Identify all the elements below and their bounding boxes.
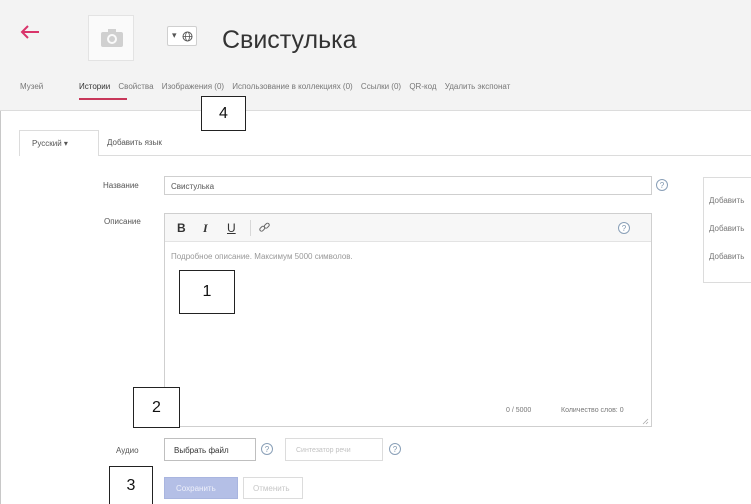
word-count: Количество слов: 0 (561, 407, 624, 414)
side-panel-item-3[interactable]: Добавить (709, 252, 751, 261)
char-counter: 0 / 5000 (506, 407, 532, 414)
caret-down-icon: ▾ (172, 30, 177, 40)
speech-synthesizer-button[interactable]: Синтезатор речи (285, 438, 383, 461)
side-panel: Добавить Добавить Добавить (703, 177, 751, 283)
back-arrow-icon[interactable] (19, 20, 45, 44)
language-tab-label: Русский (32, 139, 62, 148)
language-tabs-divider (99, 155, 751, 156)
add-language-link[interactable]: Добавить язык (107, 138, 162, 147)
name-field[interactable]: Свистулька (164, 176, 652, 195)
editor-toolbar: B I U ? (165, 214, 651, 242)
annotation-box-1: 1 (179, 270, 235, 314)
photo-placeholder[interactable] (88, 15, 134, 61)
language-tab-current[interactable]: Русский ▾ (19, 130, 99, 156)
page-title: Свистулька (222, 26, 357, 54)
tab-stories[interactable]: Истории (79, 82, 110, 91)
language-select[interactable]: ▾ (167, 26, 197, 46)
side-panel-item-1[interactable]: Добавить (709, 196, 751, 205)
header: ▾ Свистулька Музей Истории Свойства Изоб… (0, 0, 751, 111)
tab-links[interactable]: Ссылки (0) (361, 82, 401, 91)
tts-help-icon[interactable]: ? (389, 443, 401, 455)
underline-button[interactable]: U (227, 221, 236, 235)
side-panel-item-2[interactable]: Добавить (709, 224, 751, 233)
description-label: Описание (104, 217, 141, 226)
globe-icon (182, 31, 193, 42)
tab-qr-code[interactable]: QR-код (409, 82, 436, 91)
annotation-box-3: 3 (109, 466, 153, 504)
toolbar-separator (250, 220, 251, 236)
language-caret-icon: ▾ (63, 139, 68, 148)
resize-handle-icon[interactable] (642, 418, 649, 425)
tab-delete-exhibit[interactable]: Удалить экспонат (445, 82, 511, 91)
name-help-icon[interactable]: ? (656, 179, 668, 191)
name-label: Название (103, 181, 139, 190)
annotation-box-4: 4 (201, 96, 246, 131)
save-button[interactable]: Сохранить (164, 477, 238, 499)
audio-label: Аудио (116, 446, 139, 455)
link-icon[interactable] (258, 221, 271, 234)
camera-icon (101, 29, 123, 47)
italic-button[interactable]: I (203, 221, 208, 236)
bold-button[interactable]: B (177, 221, 186, 235)
description-editor[interactable]: B I U ? Подробное описание. Максимум 500… (164, 213, 652, 427)
choose-file-button[interactable]: Выбрать файл (164, 438, 256, 461)
tab-properties[interactable]: Свойства (118, 82, 153, 91)
active-tab-indicator (79, 98, 127, 100)
tab-collections[interactable]: Использование в коллекциях (0) (232, 82, 352, 91)
audio-help-icon[interactable]: ? (261, 443, 273, 455)
description-placeholder: Подробное описание. Максимум 5000 символ… (171, 252, 353, 261)
tab-images[interactable]: Изображения (0) (162, 82, 224, 91)
nav-museum-link[interactable]: Музей (20, 82, 43, 91)
description-help-icon[interactable]: ? (618, 222, 630, 234)
cancel-button[interactable]: Отменить (243, 477, 303, 499)
nav-tabs: Истории Свойства Изображения (0) Использ… (79, 82, 516, 91)
annotation-box-2: 2 (133, 387, 180, 428)
